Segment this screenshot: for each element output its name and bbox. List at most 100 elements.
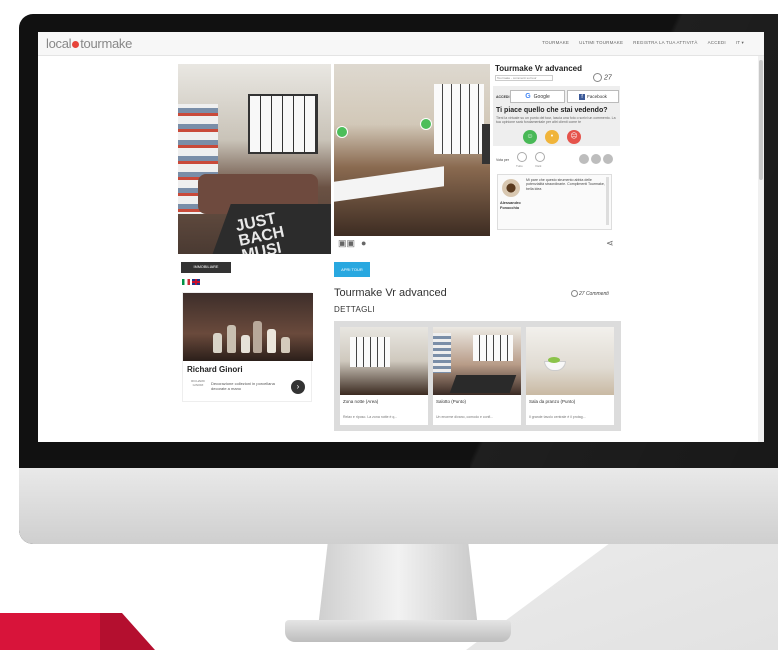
nav-item-ultimi-tourmake[interactable]: ULTIMI TOURMAKE — [579, 40, 623, 46]
rating-cap-visits: Visiti — [535, 164, 542, 168]
panel-comment-count[interactable]: 27 — [593, 73, 612, 82]
card-image — [433, 327, 521, 395]
comment-icon — [593, 73, 602, 82]
card-shelf — [433, 333, 451, 373]
vase-shape — [227, 325, 236, 353]
card-window — [350, 337, 390, 367]
google-label: Google — [533, 94, 550, 100]
card-rug — [449, 375, 517, 393]
settings-icon[interactable]: ● — [361, 238, 366, 249]
nav-item-accedi[interactable]: ACCEDI — [708, 40, 726, 46]
category-button[interactable]: IMMOBILIARE — [181, 262, 231, 273]
rating-visits-icon[interactable] — [535, 152, 545, 162]
details-heading: DETTAGLI — [334, 305, 375, 314]
card-title: Sala da pranzo (Punto) — [529, 399, 576, 404]
viewer-toolbar: ▣▣ ● — [338, 238, 366, 249]
card-fruit — [548, 357, 560, 363]
facebook-label: Facebook — [587, 94, 607, 99]
logo-text-right: tourmake — [80, 36, 133, 51]
details-gallery: Zona notte (Area) Relax e riposo. La zon… — [334, 321, 621, 431]
rating-option-icon[interactable] — [591, 154, 601, 164]
card-description: Un enorme divano, comodo e confi... — [436, 415, 494, 419]
vase-shape — [253, 321, 262, 353]
rating-cap-all: Tutto — [516, 164, 523, 168]
rating-option-icon[interactable] — [603, 154, 613, 164]
feedback-question: Ti piace quello che stai vedendo? — [496, 107, 608, 114]
advertisement[interactable]: Richard Ginori RICHARD GINORI Decorazion… — [182, 292, 313, 402]
scrollbar-thumb[interactable] — [759, 60, 763, 180]
monitor-chin — [19, 468, 778, 544]
ad-logo: RICHARD GINORI — [191, 379, 205, 387]
comment-scrollbar[interactable] — [606, 177, 609, 225]
rating-option-icon[interactable] — [579, 154, 589, 164]
nav-item-registra[interactable]: REGISTRA LA TUA ATTIVITÀ — [633, 40, 697, 46]
tour-comments-link[interactable]: 27 Commenti — [571, 290, 609, 297]
hotspot-smile-icon[interactable] — [420, 118, 432, 130]
rating-label: Vota per — [496, 158, 510, 162]
gallery-card[interactable]: Salotto (Punto) Un enorme divano, comodo… — [433, 327, 521, 425]
top-navbar: local tourmake TOURMAKE ULTIMI TOURMAKE R… — [38, 32, 764, 56]
google-login-button[interactable]: G Google — [510, 90, 565, 103]
comments-text: 27 Commenti — [579, 290, 609, 297]
feedback-description: Tieni la virtuale su un punto del tour, … — [496, 116, 616, 124]
rating-options — [579, 154, 613, 164]
pano-counter — [334, 166, 444, 202]
language-flags — [182, 279, 200, 285]
gallery-card[interactable]: Zona notte (Area) Relax e riposo. La zon… — [340, 327, 428, 425]
vase-shape — [267, 329, 276, 353]
panel-title: Tourmake Vr advanced — [495, 64, 582, 73]
neutral-face-icon[interactable]: • — [545, 130, 559, 144]
logo-text-left: local — [46, 36, 72, 51]
facebook-icon: f — [579, 93, 586, 100]
comment-text: Mi pare che questo strumento abbia delle… — [526, 178, 605, 191]
vase-shape — [281, 337, 290, 353]
feedback-faces: ☺ • ☹ — [523, 130, 581, 144]
comment-icon — [571, 290, 578, 297]
tour-side-panel: Tourmake Vr advanced Tourmake - commenti… — [493, 64, 620, 236]
logo-dot-icon — [72, 41, 80, 48]
hotspot-smile-icon[interactable] — [336, 126, 348, 138]
page-scrollbar[interactable] — [758, 56, 764, 442]
count-value: 27 — [604, 74, 612, 82]
rating-row: Vota per Tutto Visiti — [493, 150, 620, 170]
cover-photo[interactable]: JUST BACH MUSI AMUS — [178, 64, 331, 254]
main-nav: TOURMAKE ULTIMI TOURMAKE REGISTRA LA TUA… — [542, 40, 744, 46]
pano-window — [434, 84, 484, 154]
card-title: Zona notte (Area) — [343, 399, 379, 404]
facebook-login-button[interactable]: f Facebook — [567, 90, 619, 103]
screen: local tourmake TOURMAKE ULTIMI TOURMAKE R… — [38, 32, 764, 442]
italy-flag-icon[interactable] — [182, 279, 190, 285]
panorama-viewer[interactable] — [334, 64, 490, 236]
monitor-stand — [318, 544, 478, 628]
pano-side-control[interactable] — [482, 124, 490, 164]
sad-face-icon[interactable]: ☹ — [567, 130, 581, 144]
gallery-card[interactable]: Sala da pranzo (Punto) Il grande tavolo … — [526, 327, 614, 425]
card-description: Relax e riposo. La zona notte è q... — [343, 415, 398, 419]
rating-all-icon[interactable] — [517, 152, 527, 162]
site-logo[interactable]: local tourmake — [46, 36, 132, 51]
share-icon[interactable]: ⋖ — [606, 238, 614, 249]
ad-image — [183, 293, 313, 361]
card-window — [473, 335, 513, 361]
monitor-stand-base — [285, 620, 511, 642]
panel-subtitle: Tourmake - commenti sul tour — [495, 75, 553, 81]
vr-headset-icon[interactable]: ▣▣ — [338, 238, 355, 249]
card-image — [526, 327, 614, 395]
arrow-right-icon[interactable]: › — [291, 380, 305, 394]
open-tour-button[interactable]: APRI TOUR — [334, 262, 370, 277]
happy-face-icon[interactable]: ☺ — [523, 130, 537, 144]
tour-title: Tourmake Vr advanced — [334, 287, 447, 299]
brand-red-corner-accent — [100, 613, 155, 650]
vase-shape — [241, 335, 250, 353]
comment-author[interactable]: Alessandro Fonocchio — [500, 201, 530, 210]
vase-shape — [213, 333, 222, 353]
nav-item-tourmake[interactable]: TOURMAKE — [542, 40, 569, 46]
uk-flag-icon[interactable] — [192, 279, 200, 285]
google-icon: G — [525, 93, 531, 100]
photo-window — [248, 94, 318, 154]
card-image — [340, 327, 428, 395]
avatar[interactable] — [502, 179, 520, 197]
language-selector[interactable]: IT ▾ — [736, 40, 744, 46]
card-description: Il grande tavolo centrale è il protag... — [529, 415, 586, 419]
social-login-box: ACCEDI CON G Google f Facebook Ti piace qu… — [493, 86, 620, 146]
